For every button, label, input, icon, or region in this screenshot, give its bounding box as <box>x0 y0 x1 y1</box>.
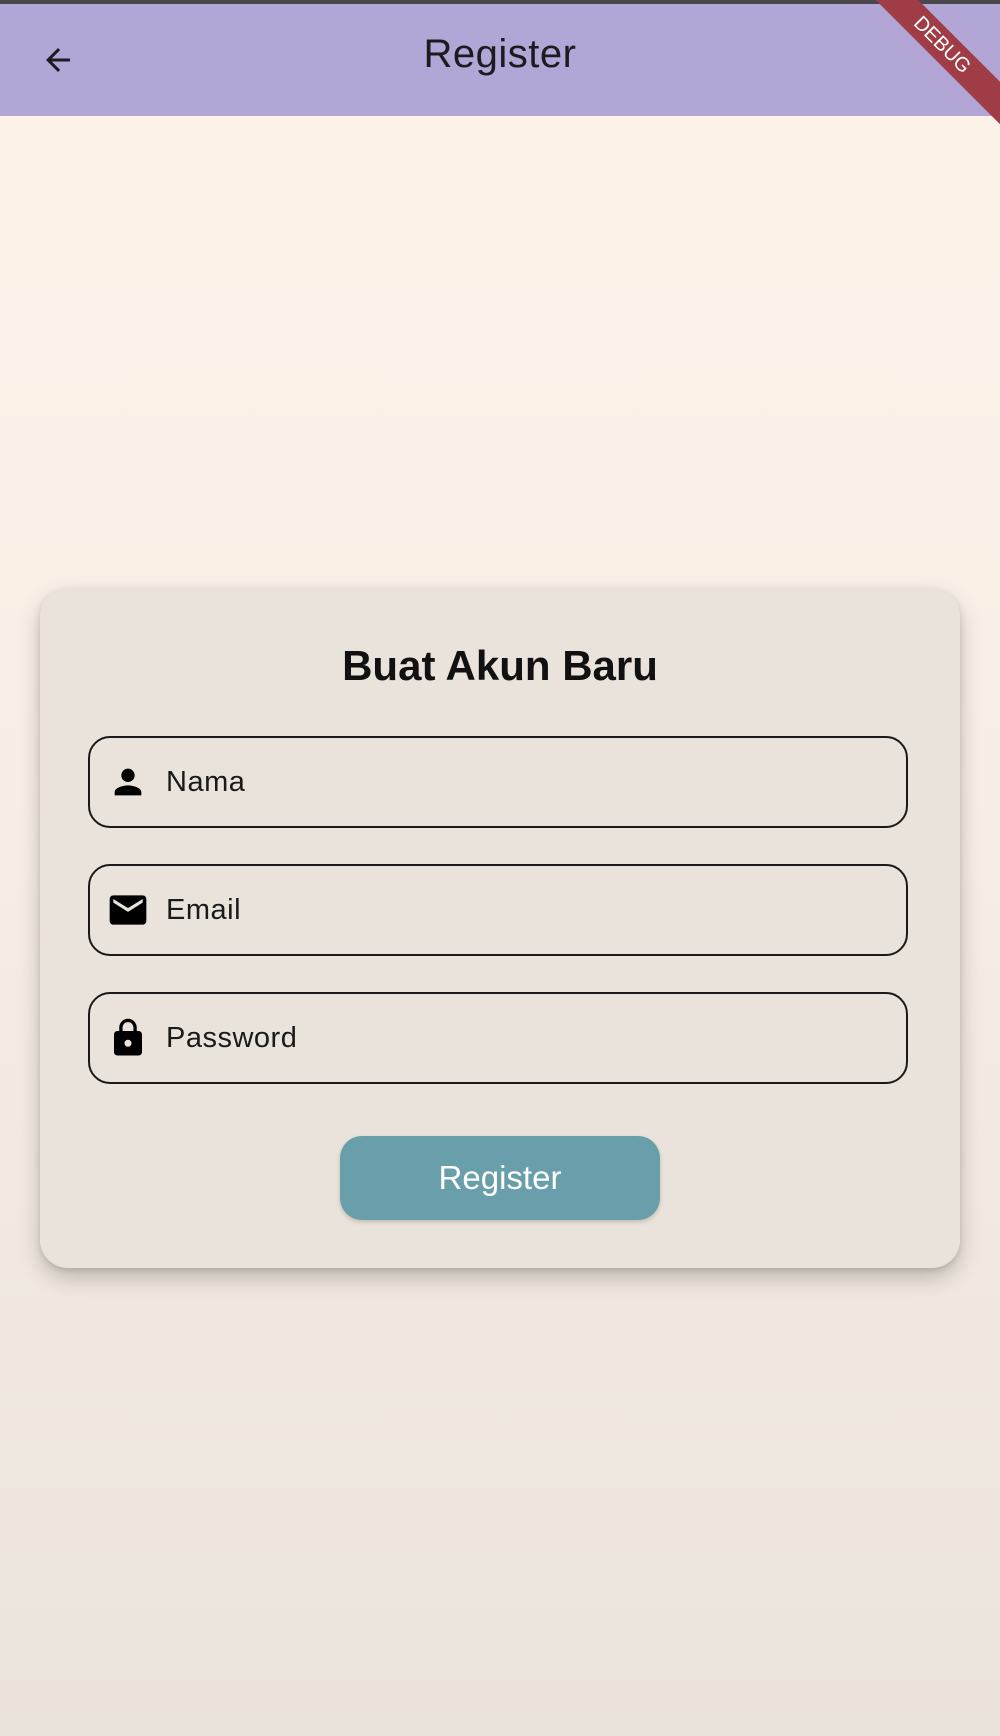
lock-icon <box>106 1016 150 1060</box>
app-bar: Register <box>0 4 1000 116</box>
page-title: Register <box>423 32 577 76</box>
email-field[interactable] <box>88 864 908 956</box>
password-input[interactable] <box>164 1020 868 1056</box>
password-field[interactable] <box>88 992 908 1084</box>
register-button[interactable]: Register <box>340 1136 660 1220</box>
name-input[interactable] <box>164 764 868 800</box>
person-icon <box>106 760 150 804</box>
card-title: Buat Akun Baru <box>342 642 658 689</box>
register-card: Buat Akun Baru Register <box>40 588 960 1268</box>
name-field[interactable] <box>88 736 908 828</box>
email-input[interactable] <box>164 892 868 928</box>
mail-icon <box>106 888 150 932</box>
